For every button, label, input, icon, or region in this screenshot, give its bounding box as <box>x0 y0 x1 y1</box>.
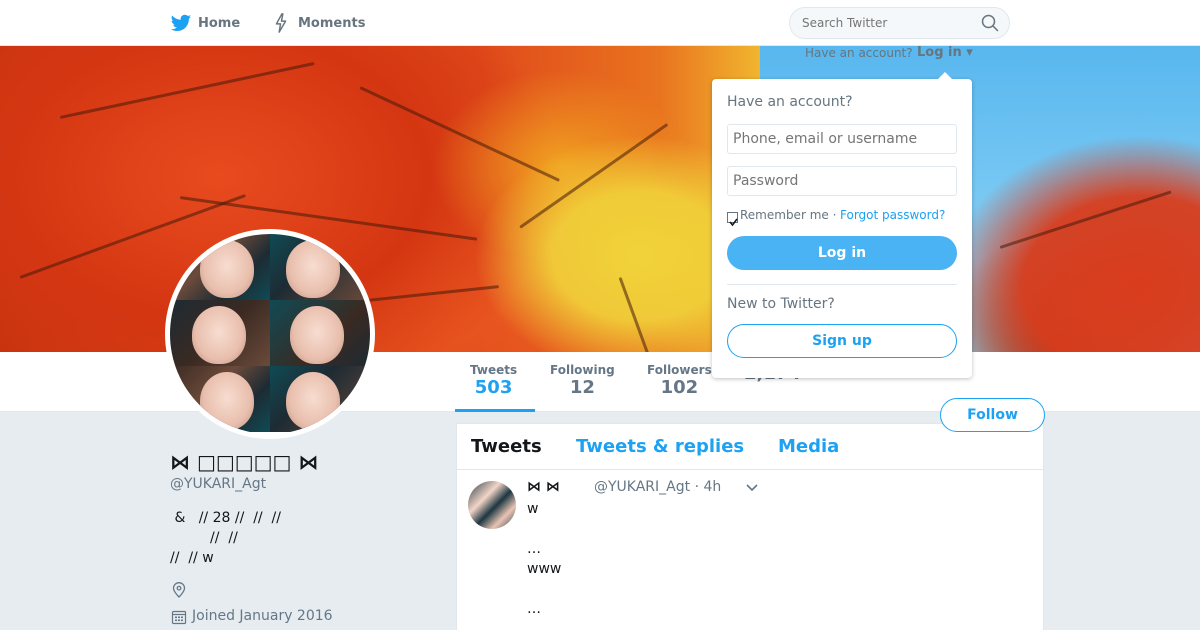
nav-home-label: Home <box>198 15 241 31</box>
login-dropdown: Have an account? Remember me · Forgot pa… <box>712 72 972 378</box>
login-button[interactable]: Log in <box>727 236 957 270</box>
location-pin-icon <box>172 582 186 598</box>
twitter-bird-icon <box>170 14 192 31</box>
stat-label: Following <box>550 363 615 377</box>
profile-bio: & // 28 // // // // // // // w <box>170 510 281 566</box>
profile-joined-date: Joined January 2016 <box>192 608 333 624</box>
nav-moments-label: Moments <box>298 15 366 31</box>
tab-tweets[interactable]: Tweets <box>471 436 542 457</box>
tweet-author-handle[interactable]: @YUKARI_Agt · 4h <box>594 479 721 495</box>
forgot-password-link[interactable]: Forgot password? <box>840 208 945 222</box>
password-field[interactable] <box>727 166 957 196</box>
stat-label: Followers <box>647 363 712 377</box>
nav-moments[interactable]: Moments <box>270 12 365 34</box>
checkmark-icon <box>729 218 738 227</box>
chevron-down-icon[interactable] <box>745 482 759 494</box>
username-field[interactable] <box>727 124 957 154</box>
dropdown-title: Have an account? <box>727 94 853 110</box>
login-dropdown-toggle[interactable]: Log in ▾ <box>917 45 973 60</box>
signup-button[interactable]: Sign up <box>727 324 957 358</box>
divider <box>727 284 957 285</box>
profile-avatar[interactable] <box>165 229 375 439</box>
active-stat-underline <box>455 409 535 412</box>
stat-label: Tweets <box>470 363 518 377</box>
new-to-twitter-label: New to Twitter? <box>727 296 835 312</box>
stat-following[interactable]: Following 12 <box>550 363 615 399</box>
stat-followers[interactable]: Followers 102 <box>647 363 712 399</box>
search-input[interactable] <box>789 7 1010 39</box>
profile-handle[interactable]: @YUKARI_Agt <box>170 476 266 492</box>
timeline: Tweets Tweets & replies Media ⋈ ⋈ @YUKAR… <box>456 423 1044 630</box>
top-nav: Home Moments <box>0 0 1200 46</box>
stat-value: 102 <box>660 377 699 398</box>
remember-me-checkbox[interactable] <box>727 212 738 227</box>
tweet-author-name[interactable]: ⋈ ⋈ <box>527 479 560 495</box>
stat-tweets[interactable]: Tweets 503 <box>470 363 517 399</box>
search-icon[interactable] <box>981 14 999 32</box>
calendar-icon <box>171 610 187 625</box>
stat-value: 12 <box>569 377 595 398</box>
nav-home[interactable]: Home <box>170 12 240 34</box>
login-hint: Have an account? <box>805 46 913 60</box>
stat-value: 503 <box>474 377 513 398</box>
tab-media[interactable]: Media <box>778 436 839 457</box>
follow-button[interactable]: Follow <box>940 398 1045 432</box>
remember-me-label: Remember me · <box>740 208 837 222</box>
tab-tweets-replies[interactable]: Tweets & replies <box>576 436 744 457</box>
lightning-icon <box>275 13 287 33</box>
tweet-avatar[interactable] <box>468 481 516 529</box>
tweet-text: w … www … <box>527 501 562 617</box>
profile-name: ⋈ □□□□□ ⋈ <box>170 450 319 474</box>
